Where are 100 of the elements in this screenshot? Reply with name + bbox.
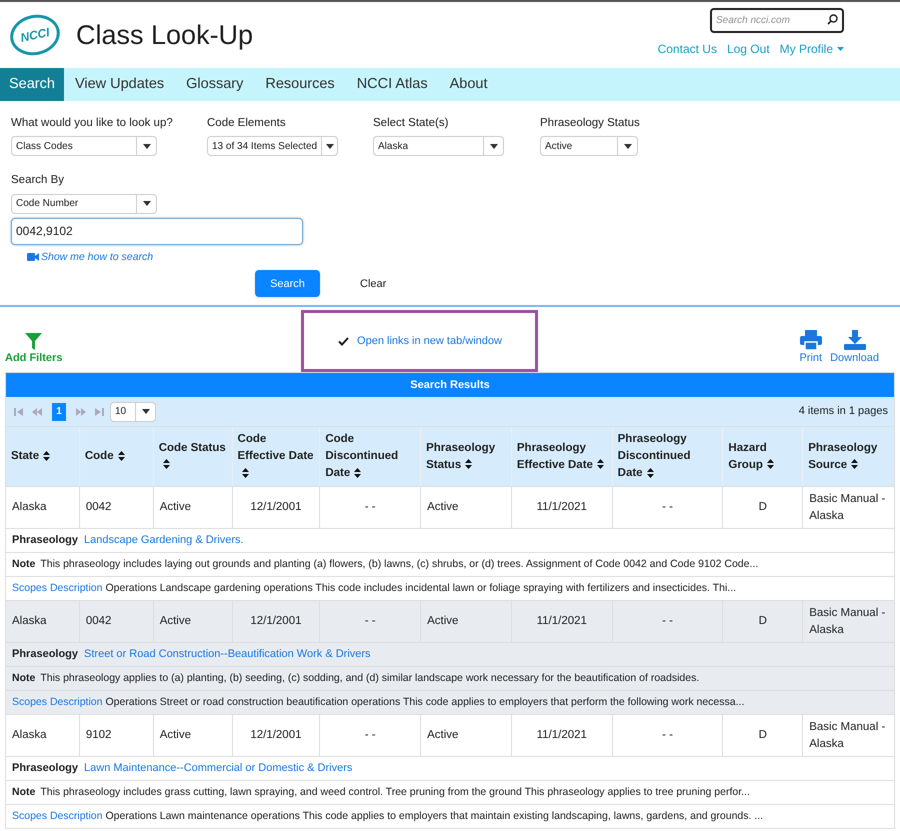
note-label: Note bbox=[12, 556, 36, 572]
table-cell: - - bbox=[612, 601, 722, 642]
pager-summary: 4 items in 1 pages bbox=[798, 404, 888, 420]
download-icon bbox=[844, 330, 866, 350]
checkbox[interactable] bbox=[337, 335, 350, 347]
filter-icon bbox=[25, 332, 42, 350]
dropdown[interactable]: 13 of 34 Items Selected bbox=[207, 136, 338, 156]
column-header[interactable]: Code Effective Date bbox=[232, 427, 320, 486]
caret-icon bbox=[142, 144, 150, 149]
results-title: Search Results bbox=[6, 373, 894, 397]
field-label: Phraseology Status bbox=[540, 116, 641, 131]
caret-icon bbox=[837, 47, 844, 51]
search-field[interactable]: Search ncci.com bbox=[710, 8, 844, 33]
sort-icon bbox=[766, 459, 774, 470]
result-group[interactable] bbox=[6, 600, 894, 714]
caret-icon bbox=[142, 201, 150, 206]
nav-tab[interactable]: Glossary bbox=[175, 68, 254, 101]
video-camera-icon bbox=[27, 253, 39, 262]
help-link[interactable]: Show me how to search bbox=[27, 250, 154, 266]
column-header[interactable]: Hazard Group bbox=[722, 427, 802, 486]
table-cell: 0042 bbox=[78, 601, 153, 642]
note-text: This phraseology includes grass cutting, lawn spraying, and weed control. Tree pruning from the ground This phraseology applies to tree pruning perfor... bbox=[40, 784, 750, 800]
phraseology-label: Phraseology bbox=[12, 647, 78, 662]
column-header[interactable]: Phraseology Discontinued Date bbox=[612, 427, 722, 486]
phraseology-link[interactable]: Lawn Maintenance--Commercial or Domestic & Drivers bbox=[84, 760, 352, 777]
note-label: Note bbox=[12, 670, 36, 686]
code-input[interactable]: 0042,9102 bbox=[11, 218, 303, 244]
table-cell: 11/1/2021 bbox=[510, 601, 612, 642]
table-cell-text: Alaska bbox=[11, 614, 48, 629]
nav-tab[interactable]: NCCI Atlas bbox=[346, 68, 439, 101]
scopes-description-link[interactable]: Scopes Description bbox=[12, 808, 102, 824]
table-cell: - - bbox=[319, 715, 420, 756]
sort-icon bbox=[465, 459, 472, 470]
printer-icon bbox=[800, 330, 822, 350]
scopes-text: Operations Lawn maintenance operations This code applies to employers that maintain existing landscaping, lawns, gardens, and grounds. ... bbox=[105, 808, 764, 824]
table-cell: 0042 bbox=[78, 487, 153, 528]
sort-icon bbox=[242, 468, 249, 478]
field-label: What would you like to look up? bbox=[11, 116, 174, 131]
dropdown[interactable]: Active bbox=[540, 136, 638, 156]
page-button[interactable]: 1 bbox=[52, 402, 66, 420]
table-cell: - - bbox=[319, 601, 420, 642]
column-header[interactable]: Code Discontinued Date bbox=[319, 427, 420, 486]
open-links-label[interactable]: Open links in new tab/window bbox=[357, 332, 502, 350]
phraseology-label: Phraseology bbox=[12, 761, 78, 776]
search-icon bbox=[827, 14, 838, 25]
sort-icon bbox=[596, 459, 604, 470]
sort-icon bbox=[851, 459, 858, 470]
download-button[interactable]: Download bbox=[830, 330, 879, 366]
note-label: Note bbox=[12, 784, 36, 800]
nav-tab[interactable]: View Updates bbox=[64, 68, 176, 101]
nav-tab[interactable]: Resources bbox=[254, 68, 346, 101]
table-cell: - - bbox=[612, 487, 722, 528]
phraseology-link[interactable]: Landscape Gardening & Drivers. bbox=[84, 532, 244, 549]
sort-icon bbox=[354, 468, 362, 478]
dropdown[interactable]: Alaska bbox=[373, 136, 504, 156]
field-label: Code Elements bbox=[207, 116, 287, 131]
table-cell: 11/1/2021 bbox=[510, 715, 612, 756]
table-cell-text: Alaska bbox=[11, 728, 48, 743]
table-cell: Active bbox=[420, 487, 511, 528]
scopes-description-link[interactable]: Scopes Description bbox=[12, 580, 102, 596]
column-header[interactable]: State bbox=[6, 427, 79, 486]
column-header[interactable]: Phraseology Effective Date bbox=[510, 427, 612, 486]
table-cell: Basic Manual - Alaska bbox=[802, 487, 894, 528]
table-cell: Active bbox=[152, 715, 232, 756]
column-header[interactable]: Code Status bbox=[152, 427, 232, 486]
nav-tab[interactable]: Search bbox=[0, 68, 64, 101]
table-cell: D bbox=[722, 715, 802, 756]
phraseology-link[interactable]: Street or Road Construction--Beautification Work & Drivers bbox=[84, 646, 371, 663]
table-cell: 12/1/2001 bbox=[232, 715, 320, 756]
column-header[interactable]: Phraseology Source bbox=[802, 427, 894, 486]
sort-icon bbox=[43, 450, 50, 461]
scopes-text: Operations Landscape gardening operations This code includes incidental lawn or foliage spraying with fertilizers and insecticides. Thi... bbox=[105, 580, 736, 596]
table-cell: - - bbox=[612, 715, 722, 756]
note-text: This phraseology includes laying out grounds and planting (a) flowers, (b) lawns, (c) shrubs, or (d) trees. Assignment of Code 0042 and Code 9102 Code... bbox=[40, 556, 758, 572]
caret-icon bbox=[624, 144, 632, 149]
table-cell: Active bbox=[152, 487, 232, 528]
table-cell: Basic Manual - Alaska bbox=[802, 715, 894, 756]
nav-tab[interactable]: About bbox=[438, 68, 499, 101]
field-label: Select State(s) bbox=[373, 116, 450, 131]
field-label: Search By bbox=[11, 173, 66, 188]
caret-icon bbox=[490, 144, 498, 149]
sort-icon bbox=[646, 468, 654, 478]
table-cell: D bbox=[722, 487, 802, 528]
note-text: This phraseology applies to (a) planting, (b) seeding, (c) sodding, and (d) similar landscape work necessary for the beautification of roadsides. bbox=[40, 670, 700, 686]
dropdown[interactable]: Code Number bbox=[11, 194, 157, 214]
column-header[interactable]: Code bbox=[78, 427, 153, 486]
phraseology-label: Phraseology bbox=[12, 533, 78, 548]
sort-icon bbox=[162, 459, 170, 470]
table-cell: 9102 bbox=[78, 715, 153, 756]
table-cell: 12/1/2001 bbox=[232, 601, 320, 642]
table-cell: 12/1/2001 bbox=[232, 487, 320, 528]
clear-button[interactable]: Clear bbox=[350, 270, 396, 298]
dropdown[interactable]: 10 bbox=[110, 402, 156, 422]
dropdown[interactable]: Class Codes bbox=[11, 136, 157, 156]
table-cell: Active bbox=[152, 601, 232, 642]
scopes-description-link[interactable]: Scopes Description bbox=[12, 694, 102, 710]
caret-icon bbox=[142, 409, 150, 414]
search-button[interactable]: Search bbox=[255, 270, 320, 298]
print-button[interactable]: Print bbox=[799, 330, 822, 366]
column-header[interactable]: Phraseology Status bbox=[420, 427, 511, 486]
